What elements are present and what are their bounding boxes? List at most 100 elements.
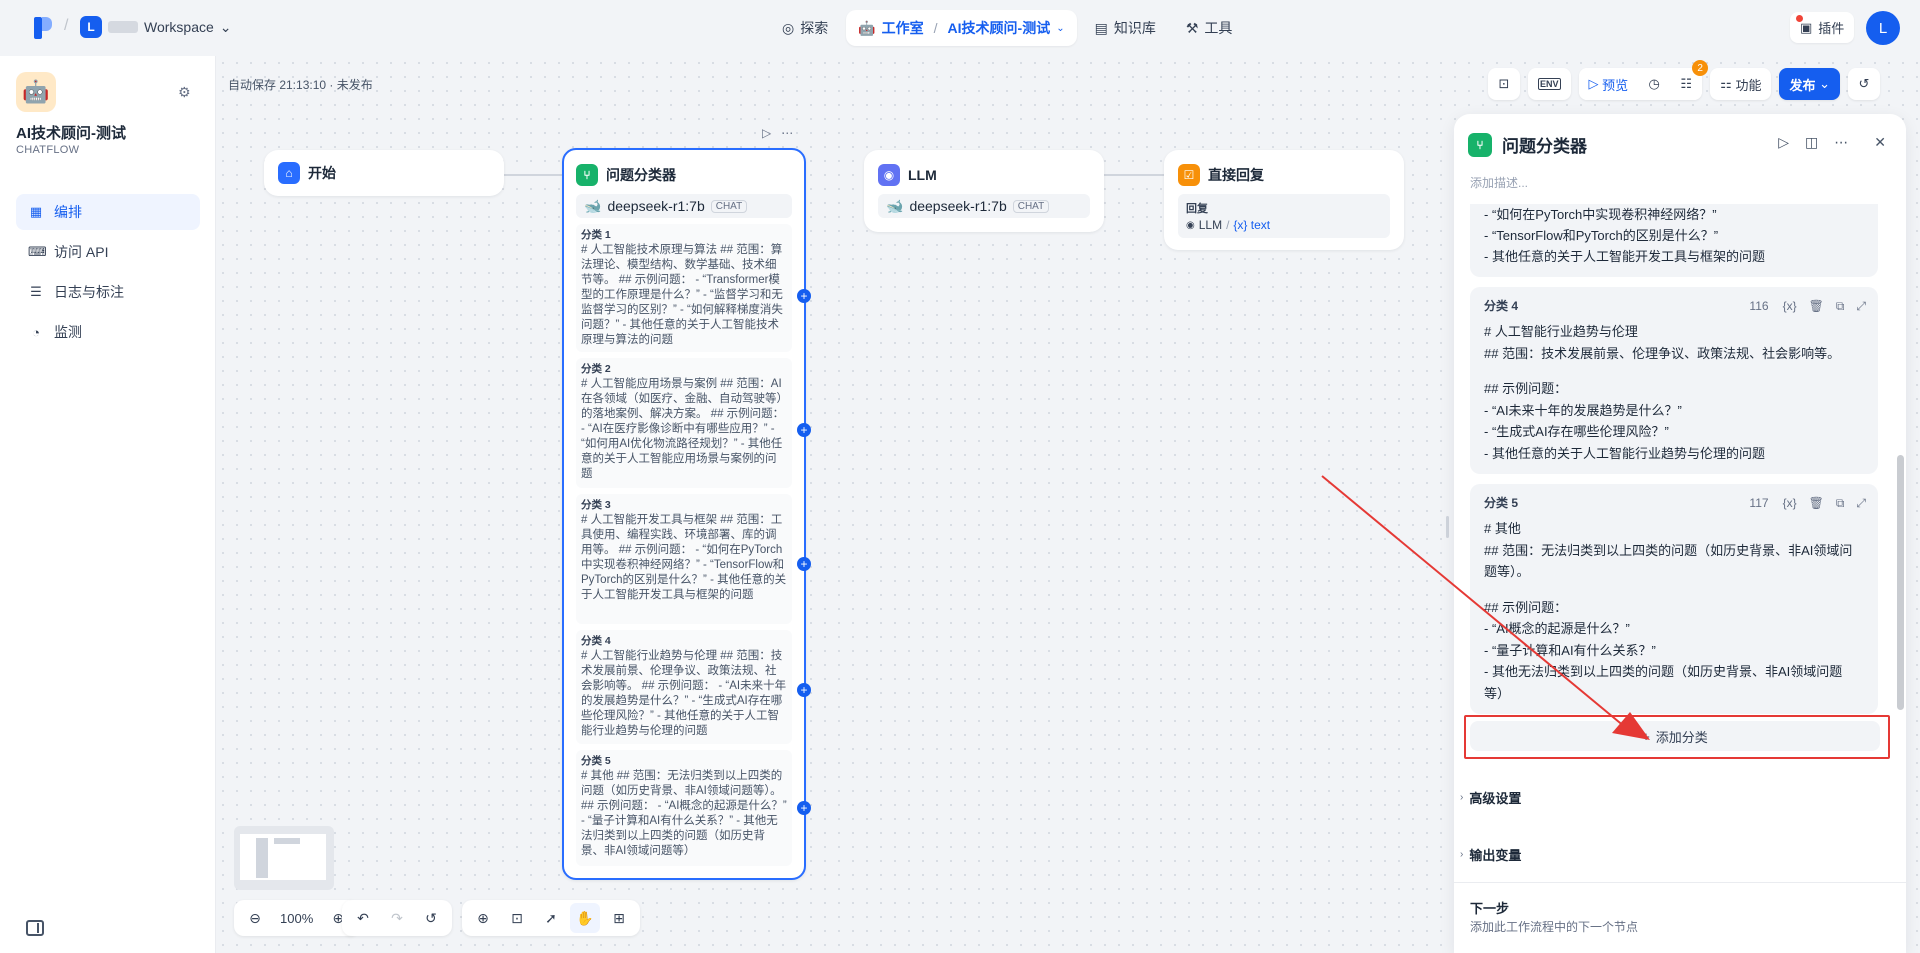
class-text: # 人工智能技术原理与算法 ## 范围：算法理论、模型结构、数学基础、技术细节等… (581, 244, 783, 346)
history-run-button[interactable]: ◷ (1638, 68, 1671, 100)
model-name: deepseek-r1:7b (607, 198, 705, 214)
insert-variable-icon[interactable]: {x} (1783, 493, 1797, 515)
trash-icon[interactable]: 🗑 (1809, 493, 1824, 515)
history-controls: ↶ ↷ ↺ (342, 900, 452, 936)
next-step-desc: 添加此工作流程中的下一个节点 (1470, 920, 1639, 934)
organize-icon[interactable]: ⊞ (604, 903, 634, 933)
workspace-switcher[interactable]: L Workspace ⌄ (80, 16, 232, 38)
reply-source: LLM (1198, 218, 1223, 232)
app-sidebar: 🤖 ⚙ AI技术顾问-测试 CHATFLOW ▦ 编排 ⌨ 访问 API ☰ 日志与标… (0, 56, 216, 953)
model-name: deepseek-r1:7b (909, 198, 1007, 214)
question-classifier-node[interactable]: ⑂ 问题分类器 🐋 deepseek-r1:7b CHAT 分类 1 # 人工智能… (562, 148, 806, 880)
undo-icon[interactable]: ↶ (348, 903, 378, 933)
add-note-icon[interactable]: ⊡ (502, 903, 532, 933)
zoom-out-icon[interactable]: ⊖ (240, 903, 270, 933)
sidebar-settings-icon[interactable]: ⚙ (178, 84, 194, 100)
description-input[interactable]: 添加描述... (1470, 174, 1528, 191)
user-avatar[interactable]: L (1866, 11, 1900, 45)
monitor-icon: ◔ (32, 324, 40, 340)
class-line: # 其他 (1484, 521, 1521, 536)
node-header: ⌂ 开始 (266, 152, 502, 194)
chevron-right-icon: › (1460, 792, 1464, 803)
expand-icon[interactable]: ⤢ (1856, 296, 1866, 318)
direct-reply-node[interactable]: ☑ 直接回复 回复 ◉ LLM / {x} text (1164, 150, 1404, 250)
version-history-button[interactable]: ↺ (1848, 68, 1880, 100)
env-label: ENV (1538, 78, 1561, 90)
class-line: - “AI未来十年的发展趋势是什么？” (1484, 402, 1682, 418)
history-icon[interactable]: ↺ (416, 903, 446, 933)
features-button[interactable]: ⚏ 功能 (1710, 68, 1772, 100)
minimap[interactable] (234, 826, 334, 890)
redo-icon[interactable]: ↷ (382, 903, 412, 933)
chevron-down-icon: ⌄ (1056, 22, 1065, 34)
class-3-output-handle[interactable]: + (797, 557, 811, 571)
preview-button[interactable]: ▷ 预览 (1578, 68, 1639, 100)
insert-variable-icon[interactable]: {x} (1783, 296, 1797, 318)
run-node-icon[interactable]: ▷ (762, 126, 771, 140)
advanced-settings-toggle[interactable]: › 高级设置 (1460, 788, 1521, 807)
more-icon[interactable]: ⋯ (1834, 134, 1848, 151)
class-line: - “如何在PyTorch中实现卷积神经网络？” (1484, 207, 1717, 222)
edge-llm-reply (1102, 174, 1170, 176)
output-vars-toggle[interactable]: › 输出变量 (1460, 845, 1521, 864)
expand-icon[interactable]: ⤢ (1856, 493, 1866, 515)
split-view-icon[interactable]: ◫ (1805, 134, 1818, 151)
nav-knowledge[interactable]: ▤ 知识库 (1083, 10, 1168, 46)
class-block: 分类 1 # 人工智能技术原理与算法 ## 范围：算法理论、模型结构、数学基础、技… (576, 224, 792, 352)
class-5-output-handle[interactable]: + (797, 801, 811, 815)
sidebar-item-api[interactable]: ⌨ 访问 API (16, 234, 200, 270)
node-title: LLM (908, 167, 937, 183)
panel-title[interactable]: 问题分类器 (1502, 132, 1587, 157)
sidebar-collapse-icon[interactable] (26, 920, 44, 936)
dify-logo[interactable] (34, 17, 52, 39)
sidebar-item-orchestrate[interactable]: ▦ 编排 (16, 194, 200, 230)
nav-app-breadcrumb[interactable]: AI技术顾问-测试 (948, 18, 1051, 38)
pointer-icon[interactable]: ➚ (536, 903, 566, 933)
class-line: # 人工智能行业趋势与伦理 (1484, 324, 1638, 339)
model-selector[interactable]: 🐋 deepseek-r1:7b CHAT (576, 194, 792, 218)
class-card-5[interactable]: 分类 5 117 {x} 🗑 ⧉ ⤢ # 其他 ## 范围：无法归类到以上四类的… (1470, 484, 1878, 714)
class-block: 分类 2 # 人工智能应用场景与案例 ## 范围：AI在各领域（如医疗、金融、自动… (576, 358, 792, 488)
chat-variable-button[interactable]: ⊡ (1488, 68, 1520, 100)
copy-icon[interactable]: ⧉ (1836, 296, 1845, 318)
edge-start-classifier (502, 174, 562, 176)
copy-icon[interactable]: ⧉ (1836, 493, 1845, 515)
clock-icon: ◷ (1648, 76, 1660, 91)
node-header: ⑂ 问题分类器 (564, 150, 804, 194)
sidebar-item-label: 编排 (54, 204, 82, 220)
add-node-icon[interactable]: ⊕ (468, 903, 498, 933)
main-nav: ◎ 探索 🤖 工作室 / AI技术顾问-测试 ⌄ ▤ 知识库 ⚒ 工具 (770, 10, 1244, 46)
class-line: - 其他无法归类到以上四类的问题（如历史背景、非AI领域问题 (1484, 664, 1843, 679)
checklist-button[interactable]: ☷ 2 (1670, 60, 1709, 100)
sidebar-item-monitor[interactable]: ◔ 监测 (16, 314, 200, 350)
reply-icon: ☑ (1178, 164, 1200, 186)
class-2-output-handle[interactable]: + (797, 423, 811, 437)
llm-brain-icon: ◉ (1186, 219, 1195, 231)
env-button[interactable]: ENV (1528, 68, 1571, 100)
start-node[interactable]: ⌂ 开始 (264, 150, 504, 196)
plugins-button[interactable]: ▣ 插件 (1790, 12, 1855, 43)
nav-studio[interactable]: 🤖 工作室 / AI技术顾问-测试 ⌄ (846, 10, 1077, 46)
more-icon[interactable]: ⋯ (781, 126, 793, 140)
sidebar-item-label: 访问 API (54, 244, 109, 260)
class-1-output-handle[interactable]: + (797, 289, 811, 303)
nav-explore[interactable]: ◎ 探索 (770, 10, 840, 46)
panel-scrollbar[interactable] (1897, 455, 1904, 710)
sidebar-item-label: 监测 (54, 324, 82, 340)
history-icon: ↺ (1858, 76, 1870, 91)
run-icon[interactable]: ▷ (1778, 134, 1789, 151)
sidebar-item-logs[interactable]: ☰ 日志与标注 (16, 274, 200, 310)
publish-button[interactable]: 发布 ⌄ (1779, 68, 1840, 100)
panel-resize-handle[interactable] (1446, 516, 1449, 538)
trash-icon[interactable]: 🗑 (1809, 296, 1824, 318)
llm-node[interactable]: ◉ LLM 🐋 deepseek-r1:7b CHAT (864, 150, 1104, 232)
features-icon: ⚏ (1720, 76, 1732, 91)
close-icon[interactable]: ✕ (1874, 134, 1886, 151)
class-4-output-handle[interactable]: + (797, 683, 811, 697)
hand-icon[interactable]: ✋ (570, 903, 600, 933)
class-card-4[interactable]: 分类 4 116 {x} 🗑 ⧉ ⤢ # 人工智能行业趋势与伦理 ## 范围：技… (1470, 287, 1878, 474)
zoom-level[interactable]: 100% (274, 903, 319, 933)
model-selector[interactable]: 🐋 deepseek-r1:7b CHAT (878, 194, 1090, 218)
nav-tools[interactable]: ⚒ 工具 (1174, 10, 1245, 46)
